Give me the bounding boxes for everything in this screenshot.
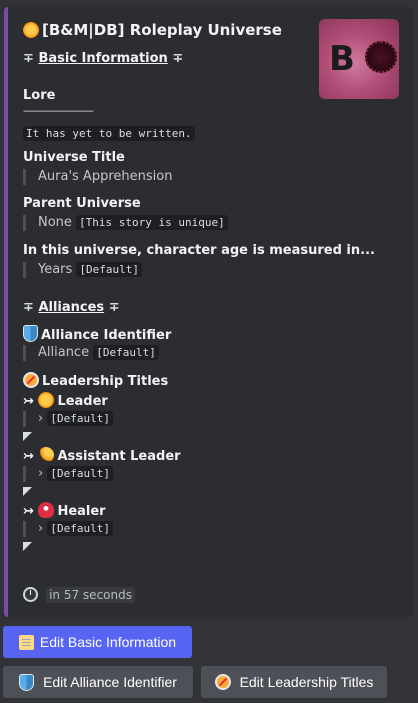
healer-value-row: › [Default] <box>23 521 113 537</box>
leadership-titles-label-row: Leadership Titles <box>23 372 168 389</box>
leadership-titles-label: Leadership Titles <box>42 374 169 389</box>
age-label: In this universe, character age is measu… <box>23 243 375 258</box>
edit-leadership-titles-label: Edit Leadership Titles <box>239 674 374 690</box>
leader-value-row: › [Default] <box>23 411 113 427</box>
edit-alliance-identifier-label: Edit Alliance Identifier <box>43 674 177 690</box>
thumbnail-letter: B <box>329 39 355 79</box>
edit-basic-information-label: Edit Basic Information <box>39 634 177 650</box>
edit-alliance-identifier-button[interactable]: Edit Alliance Identifier <box>3 666 193 698</box>
age-note: [Default] <box>76 262 143 277</box>
alliances-label: Alliances <box>38 300 105 315</box>
assistant-leader-value-row: › [Default] <box>23 466 113 482</box>
shield-icon <box>23 325 38 342</box>
universe-title-value: Aura's Apprehension <box>23 169 172 185</box>
section-prefix: ∓ <box>23 51 34 66</box>
arrow-icon: ↣ <box>23 504 34 519</box>
section-suffix: ∓ <box>172 51 184 66</box>
parent-universe-note: [This story is unique] <box>76 215 228 230</box>
assistant-leader-value: [Default] <box>47 466 113 481</box>
leader-value: [Default] <box>47 411 113 426</box>
arrow-icon: ↣ <box>23 449 34 464</box>
chevron-right-icon: › <box>38 411 44 426</box>
age-value: Years <box>38 262 73 277</box>
parent-universe-label: Parent Universe <box>23 196 141 211</box>
shield-icon <box>19 673 35 691</box>
parent-universe-row: None [This story is unique] <box>23 215 228 231</box>
memo-icon <box>18 634 34 650</box>
timestamp: in 57 seconds <box>46 587 135 603</box>
seal-icon <box>365 41 397 73</box>
healer-value: [Default] <box>47 521 113 536</box>
basic-info-label: Basic Information <box>38 51 168 66</box>
section-suffix: ∓ <box>108 300 120 315</box>
chevron-right-icon: › <box>38 466 44 481</box>
compass-icon <box>214 674 231 690</box>
compass-icon <box>23 372 39 388</box>
alliance-identifier-label: Alliance Identifier <box>41 328 172 343</box>
dizzy-icon <box>38 447 55 463</box>
age-row: Years [Default] <box>23 262 143 278</box>
leader-title-row: ↣ Leader <box>23 392 108 409</box>
alliance-identifier-label-row: Alliance Identifier <box>23 325 171 343</box>
edit-leadership-titles-button[interactable]: Edit Leadership Titles <box>201 666 387 698</box>
assistant-leader-title-row: ↣ Assistant Leader <box>23 447 181 464</box>
lore-divider: ——————— <box>23 104 94 117</box>
basic-info-heading: ∓ Basic Information ∓ <box>23 51 183 66</box>
leader-title-name: Leader <box>57 394 108 409</box>
section-prefix: ∓ <box>23 300 34 315</box>
embed-title: [B&M|DB] Roleplay Universe <box>23 21 282 39</box>
rescue-helmet-icon <box>38 502 55 518</box>
corner-marker <box>23 432 32 441</box>
corner-marker <box>23 487 32 496</box>
healer-title-name: Healer <box>57 504 106 519</box>
timestamp-row: in 57 seconds <box>23 584 135 603</box>
edit-basic-information-button[interactable]: Edit Basic Information <box>3 626 192 658</box>
parent-universe-value: None <box>38 215 72 230</box>
sun-icon <box>38 392 55 408</box>
alliance-identifier-note: [Default] <box>93 345 159 360</box>
lore-label: Lore <box>23 88 56 103</box>
embed-card: B [B&M|DB] Roleplay Universe ∓ Basic Inf… <box>4 7 413 617</box>
healer-title-row: ↣ Healer <box>23 502 106 519</box>
lore-value-row: It has yet to be written. <box>23 122 195 141</box>
universe-title-label: Universe Title <box>23 150 125 165</box>
alliance-identifier-row: Alliance [Default] <box>23 345 159 361</box>
corner-marker <box>23 542 32 551</box>
lore-value: It has yet to be written. <box>23 126 195 141</box>
assistant-leader-title-name: Assistant Leader <box>57 449 181 464</box>
stopwatch-icon <box>23 587 38 602</box>
sun-icon <box>23 22 39 38</box>
embed-title-text: [B&M|DB] Roleplay Universe <box>42 21 282 39</box>
alliances-heading: ∓ Alliances ∓ <box>23 300 120 315</box>
chevron-right-icon: › <box>38 521 44 536</box>
alliance-identifier-value: Alliance <box>38 345 90 360</box>
arrow-icon: ↣ <box>23 394 34 409</box>
universe-thumbnail[interactable]: B <box>319 19 399 99</box>
